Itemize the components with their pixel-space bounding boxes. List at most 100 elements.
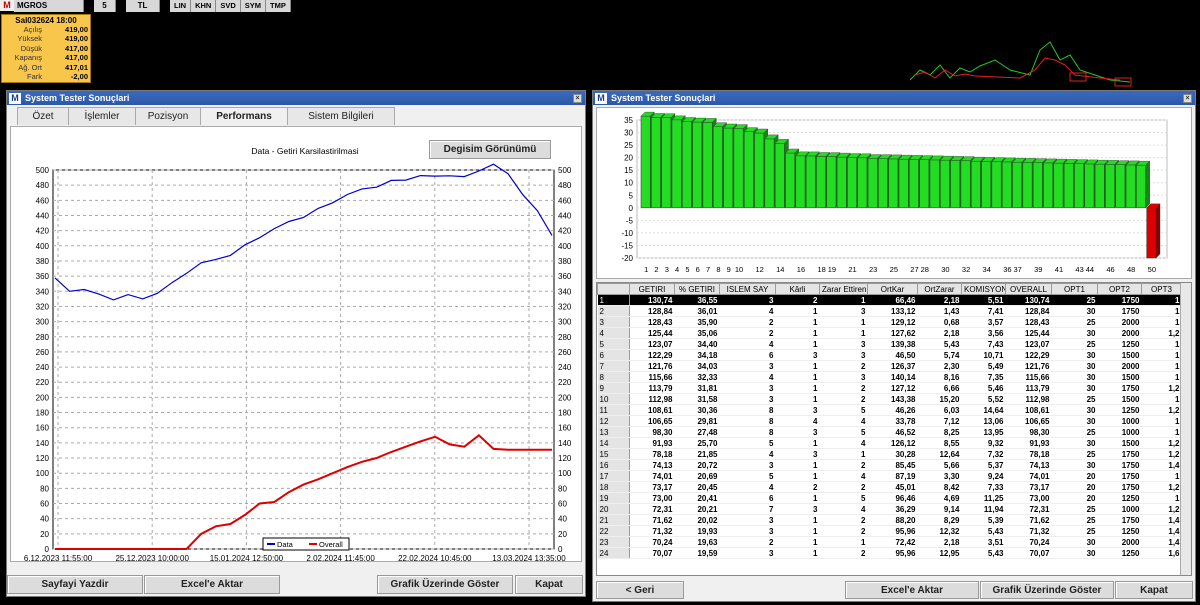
table-row[interactable]: 7 121,76 34,03 3 1 2 126,37 2,30 5,49 121,76 30 200… [597,360,1182,372]
table-cell: 25 [1051,294,1098,306]
column-header[interactable]: % GETIRI [674,283,720,295]
symbol-field[interactable]: MGROS [14,0,84,12]
table-row[interactable]: 13 98,30 27,48 8 3 5 46,52 8,25 13,95 98,30 25 1000… [597,426,1182,438]
table-row[interactable]: 15 78,18 21,85 4 3 1 30,28 12,64 7,32 78,18 25 1750… [597,448,1182,460]
bar [671,119,682,209]
table-row[interactable]: 24 70,07 19,59 3 1 2 95,96 12,95 5,43 70,07 30 1250… [597,547,1182,559]
export-excel-button[interactable]: Excel'e Aktar [144,575,280,594]
table-cell: 34,03 [674,360,720,372]
row-number: 18 [597,481,630,493]
tool-lin-button[interactable]: LIN [170,0,192,12]
table-row[interactable]: 12 106,65 29,81 8 4 4 33,78 7,12 13,06 106,65 30 10… [597,415,1182,427]
column-header[interactable]: OPT3 [1141,283,1182,295]
export-excel-button[interactable]: Excel'e Aktar [845,581,979,599]
close-button[interactable]: Kapat [1115,581,1193,599]
column-header[interactable]: OPT1 [1051,283,1098,295]
table-cell: 143,38 [867,393,918,405]
table-row[interactable]: 4 125,44 35,06 2 1 1 127,62 2,18 3,56 125,44 30 200… [597,327,1182,339]
bar-x-tick-label: 8 [716,265,720,274]
table-cell: 121,76 [629,360,675,372]
table-row[interactable]: 18 73,17 20,45 4 2 2 45,01 8,42 7,33 73,17 20 1750 1… [597,481,1182,493]
column-header[interactable]: KOMISYON [961,283,1006,295]
table-row[interactable]: 16 74,13 20,72 3 1 2 85,45 5,66 5,37 74,13 30 1750 1… [597,459,1182,471]
table-row[interactable]: 2 128,84 36,01 4 1 3 133,12 1,43 7,41 128,84 30 175… [597,305,1182,317]
table-row[interactable]: 20 72,31 20,21 7 3 4 36,29 9,14 11,94 72,31 25 1000… [597,503,1182,515]
table-cell: 25 [1051,393,1098,405]
table-row[interactable]: 17 74,01 20,69 5 1 4 87,19 3,30 9,24 74,01 20 1750 1 [597,470,1182,482]
table-cell: 112,98 [629,393,675,405]
table-row[interactable]: 6 122,29 34,18 6 3 3 46,50 5,74 10,71 122,29 30 150… [597,349,1182,361]
tab-ozet[interactable]: Özet [17,107,69,125]
tab-pozisyon[interactable]: Pozisyon [135,107,201,125]
table-row[interactable]: 9 113,79 31,81 3 1 2 127,12 6,66 5,46 113,79 30 175… [597,382,1182,394]
bar [651,117,661,209]
bar-x-tick-label: 23 [869,265,877,274]
period-field[interactable]: 5 [94,0,116,12]
column-header[interactable]: ISLEM SAY [719,283,776,295]
y-tick-label-left: 460 [36,196,50,205]
table-cell: 5,52 [961,393,1006,405]
bar-x-tick-label: 37 [1014,265,1022,274]
tool-khn-button[interactable]: KHN [191,0,217,12]
table-cell: 2,30 [917,360,962,372]
bar-x-tick-label: 50 [1148,265,1156,274]
bar [857,157,868,209]
column-header[interactable]: Zarar Ettiren [819,283,868,295]
table-row[interactable]: 22 71,32 19,93 3 1 2 95,96 12,32 5,43 71,32 25 1250… [597,525,1182,537]
y-tick-label-left: 440 [36,211,50,220]
table-cell: 115,66 [629,371,675,383]
row-number: 15 [597,448,630,460]
table-row[interactable]: 10 112,98 31,58 3 1 2 143,38 15,20 5,52 112,98 25 1… [597,393,1182,405]
y-tick-label-right: 200 [558,393,572,402]
table-row[interactable]: 23 70,24 19,63 2 1 1 72,42 2,18 3,51 70,24 30 2000 1… [597,536,1182,548]
table-cell: 19,93 [674,525,720,537]
left-window-titlebar[interactable]: M System Tester Sonuçlari × [7,91,585,105]
table-row[interactable]: 5 123,07 34,40 4 1 3 139,38 5,43 7,43 123,07 25 125… [597,338,1182,350]
y-tick-label-left: 280 [36,333,50,342]
tab-performans[interactable]: Performans [200,107,288,125]
bar-chart-panel: 35 30 25 20 15 10 5 0 -5 -10 -15 -20 1 2 3 4 5 6 7 8 9 10 12 14… [596,107,1192,279]
table-row[interactable]: 19 73,00 20,41 6 1 5 96,46 4,69 11,25 73,00 20 1250… [597,492,1182,504]
y-tick-label-right: 100 [558,469,572,478]
close-button[interactable]: Kapat [515,575,583,594]
table-row[interactable]: 8 115,66 32,33 4 1 3 140,14 8,16 7,35 115,66 30 150… [597,371,1182,383]
column-header[interactable]: Kârli [775,283,820,295]
bar [898,158,909,209]
close-icon[interactable]: × [1183,93,1192,103]
right-window-titlebar[interactable]: M System Tester Sonuçlari × [593,91,1195,105]
back-button[interactable]: < Geri [596,581,684,599]
close-icon[interactable]: × [573,93,582,103]
show-on-chart-button[interactable]: Grafik Üzerinde Göster [377,575,513,594]
table-row[interactable]: 21 71,62 20,02 3 1 2 88,20 8,29 5,39 71,62 25 1750 1… [597,514,1182,526]
currency-field[interactable]: TL [126,0,160,12]
tool-tmp-button[interactable]: TMP [266,0,291,12]
table-row[interactable]: 3 128,43 35,90 2 1 1 129,12 0,68 3,57 128,43 25 200… [597,316,1182,328]
column-header[interactable]: OrtZarar [917,283,962,295]
column-header[interactable]: GETIRI [629,283,675,295]
show-on-chart-button[interactable]: Grafik Üzerinde Göster [980,581,1114,599]
table-row[interactable]: 11 108,61 30,36 8 3 5 46,26 6,03 14,64 108,61 30 12… [597,404,1182,416]
column-header[interactable]: OVERALL [1005,283,1052,295]
table-cell: 5,46 [961,382,1006,394]
row-number: 3 [597,316,630,328]
bar-x-tick-label: 27 [910,265,918,274]
tab-islemler[interactable]: İşlemler [68,107,136,125]
tab-sistem-bilgileri[interactable]: Sistem Bilgileri [287,107,395,125]
table-cell: 2 [819,547,868,559]
table-row[interactable]: 14 91,93 25,70 5 1 4 126,12 8,55 9,32 91,93 30 1500… [597,437,1182,449]
print-page-button[interactable]: Sayfayi Yazdir [7,575,143,594]
vertical-scrollbar[interactable] [1180,283,1191,575]
table-cell: 1750 [1097,294,1142,306]
column-header[interactable]: OPT2 [1097,283,1142,295]
table-row[interactable]: 1 130,74 36,55 3 2 1 66,46 2,18 5,51 130,74 25 1750… [597,294,1182,306]
table-cell: 1250 [1097,547,1142,559]
tool-svd-button[interactable]: SVD [216,0,241,12]
column-header[interactable]: OrtKar [867,283,918,295]
y-tick-label-right: 260 [558,348,572,357]
tool-sym-button[interactable]: SYM [240,0,267,12]
bar-y-tick-label: 20 [624,154,633,163]
table-cell: 4 [819,503,868,515]
table-cell: 34,18 [674,349,720,361]
bar [888,158,899,209]
y-tick-label-right: 180 [558,409,572,418]
